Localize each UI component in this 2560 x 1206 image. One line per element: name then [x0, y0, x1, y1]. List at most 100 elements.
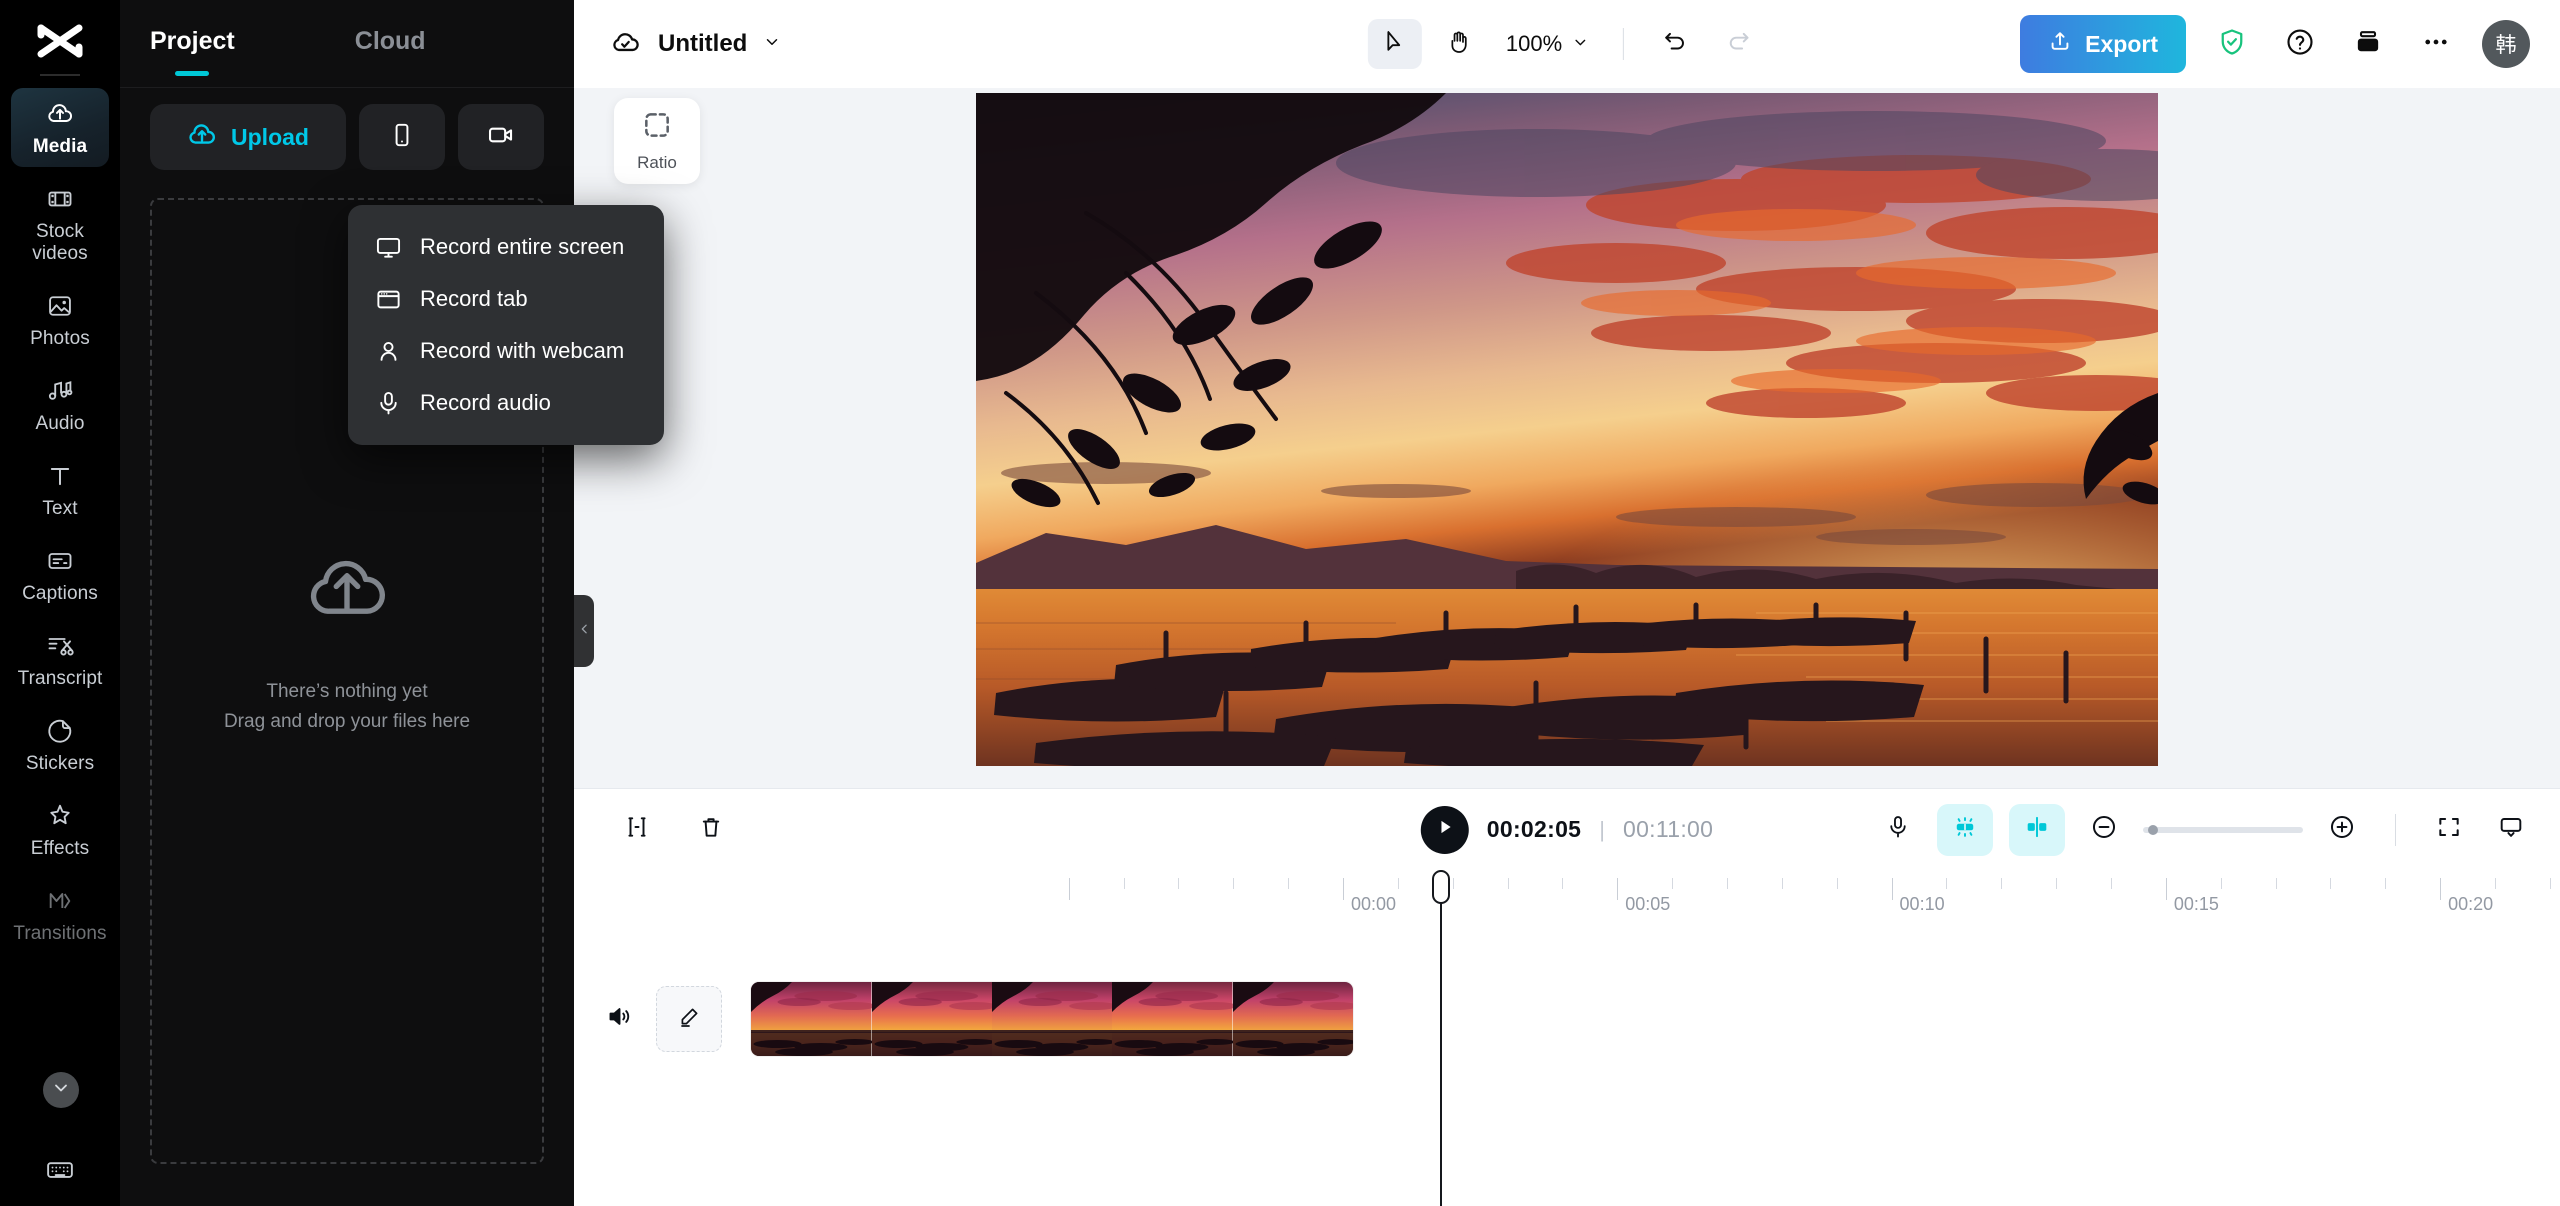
clip-thumbnail — [872, 982, 992, 1056]
video-clip[interactable] — [751, 982, 1353, 1056]
sidebar-item-photos[interactable]: Photos — [11, 280, 109, 359]
fit-screen-button[interactable] — [2426, 807, 2472, 853]
import-from-phone-button[interactable] — [359, 104, 445, 170]
top-toolbar: Untitled — [574, 0, 2560, 88]
sidebar-item-audio[interactable]: Audio — [11, 365, 109, 444]
ruler-tick-minor — [1233, 878, 1234, 889]
split-align-icon — [2024, 814, 2050, 845]
speaker-icon — [606, 1003, 633, 1035]
menu-item-record-entire-screen[interactable]: Record entire screen — [348, 221, 664, 273]
sidebar-item-label: Transcript — [18, 668, 103, 690]
timeline-ruler[interactable]: 00:0000:0500:1000:1500:2000:2500:30 — [574, 870, 2560, 924]
record-button[interactable] — [458, 104, 544, 170]
play-icon — [1435, 817, 1455, 842]
zoom-out-button[interactable] — [2081, 807, 2127, 853]
capcut-logo[interactable] — [30, 18, 90, 66]
ratio-button[interactable]: Ratio — [614, 98, 700, 184]
empty-state-subtitle: Drag and drop your files here — [224, 707, 470, 737]
menu-item-record-audio[interactable]: Record audio — [348, 377, 664, 429]
undo-icon — [1662, 29, 1688, 60]
sidebar-item-label: Text — [42, 498, 77, 520]
track-mute-button[interactable] — [596, 996, 642, 1042]
menu-item-record-with-webcam[interactable]: Record with webcam — [348, 325, 664, 377]
slider-knob[interactable] — [2148, 825, 2158, 835]
split-clip-icon — [624, 814, 650, 845]
timeline-zoom-slider[interactable] — [2143, 827, 2303, 833]
hand-icon — [1446, 29, 1472, 60]
redo-button[interactable] — [1712, 19, 1766, 69]
monitor-icon — [374, 233, 402, 261]
preview-scene — [976, 93, 2158, 766]
upload-button[interactable]: Upload — [150, 104, 346, 170]
timeline-track-row — [574, 982, 2560, 1056]
ruler-tick-minor — [1398, 878, 1399, 889]
zoom-in-button[interactable] — [2319, 807, 2365, 853]
person-icon — [374, 337, 402, 365]
capcut-cloud-check-icon — [608, 25, 642, 64]
ratio-button-label: Ratio — [637, 153, 677, 173]
voiceover-button[interactable] — [1875, 807, 1921, 853]
browser-tab-icon — [374, 285, 402, 313]
ruler-tick-major — [1892, 878, 1893, 900]
video-preview[interactable] — [976, 93, 2158, 766]
export-button-label: Export — [2085, 31, 2158, 58]
transitions-icon — [45, 886, 75, 916]
auto-enhance-button[interactable] — [1937, 804, 1993, 856]
project-name-control[interactable]: Untitled — [608, 25, 781, 64]
sidebar-item-text[interactable]: Text — [11, 450, 109, 529]
sidebar-item-transitions[interactable]: Transitions — [11, 875, 109, 954]
expand-more-tools-button[interactable] — [43, 1072, 79, 1108]
redo-icon — [1726, 29, 1752, 60]
trash-icon — [698, 814, 724, 845]
sidebar-item-transcript[interactable]: Transcript — [11, 620, 109, 699]
sidebar-item-captions[interactable]: Captions — [11, 535, 109, 614]
tool-controls: 100% — [1368, 19, 1766, 69]
timeline-body[interactable]: 00:0000:0500:1000:1500:2000:2500:30 — [574, 870, 2560, 1206]
hand-tool-button[interactable] — [1432, 19, 1486, 69]
select-tool-button[interactable] — [1368, 19, 1422, 69]
delete-clip-button[interactable] — [688, 807, 734, 853]
split-clip-button[interactable] — [614, 807, 660, 853]
sidebar-item-label: Captions — [22, 583, 98, 605]
ruler-tick-major — [1617, 878, 1618, 900]
music-note-icon — [45, 376, 75, 406]
timeline-divider — [2395, 814, 2396, 846]
cloud-upload-large-icon — [304, 546, 390, 637]
current-time: 00:02:05 — [1487, 816, 1581, 843]
playhead-handle[interactable] — [1432, 870, 1450, 904]
edit-clip-button[interactable] — [656, 986, 722, 1052]
sidebar-item-effects[interactable]: Effects — [11, 790, 109, 869]
sidebar-item-label: Stock videos — [13, 221, 107, 265]
record-dropdown-menu: Record entire screen Record tab Recor — [348, 205, 664, 445]
empty-state-title: There’s nothing yet — [224, 677, 470, 707]
ruler-tick-minor — [1508, 878, 1509, 889]
sidebar-item-stickers[interactable]: Stickers — [11, 705, 109, 784]
collapse-panel-handle[interactable] — [574, 595, 594, 667]
playhead-line — [1440, 878, 1442, 1206]
avatar[interactable]: 韩 — [2482, 20, 2530, 68]
sidebar-item-stock-videos[interactable]: Stock videos — [11, 173, 109, 274]
chevron-left-icon — [578, 620, 591, 643]
ruler-label: 00:20 — [2448, 894, 2493, 915]
keyboard-shortcuts-button[interactable] — [0, 1155, 120, 1190]
text-t-icon — [45, 461, 75, 491]
undo-button[interactable] — [1648, 19, 1702, 69]
more-options-button[interactable] — [2414, 22, 2458, 66]
export-button[interactable]: Export — [2020, 15, 2186, 73]
preview-mode-button[interactable] — [2488, 807, 2534, 853]
tab-project[interactable]: Project — [150, 27, 235, 62]
video-camera-icon — [487, 121, 515, 154]
timeline-toolbar: 00:02:05 | 00:11:00 — [574, 788, 2560, 870]
split-align-button[interactable] — [2009, 804, 2065, 856]
cloud-upload-icon — [187, 120, 217, 155]
layout-panels-button[interactable] — [2346, 22, 2390, 66]
sidebar-item-label: Stickers — [26, 753, 94, 775]
sidebar-item-media[interactable]: Media — [11, 88, 109, 167]
help-button[interactable] — [2278, 22, 2322, 66]
tab-cloud[interactable]: Cloud — [355, 27, 426, 62]
menu-item-record-tab[interactable]: Record tab — [348, 273, 664, 325]
ruler-tick-minor — [1178, 878, 1179, 889]
play-button[interactable] — [1421, 806, 1469, 854]
shield-check-button[interactable] — [2210, 22, 2254, 66]
zoom-level-selector[interactable]: 100% — [1496, 31, 1599, 57]
